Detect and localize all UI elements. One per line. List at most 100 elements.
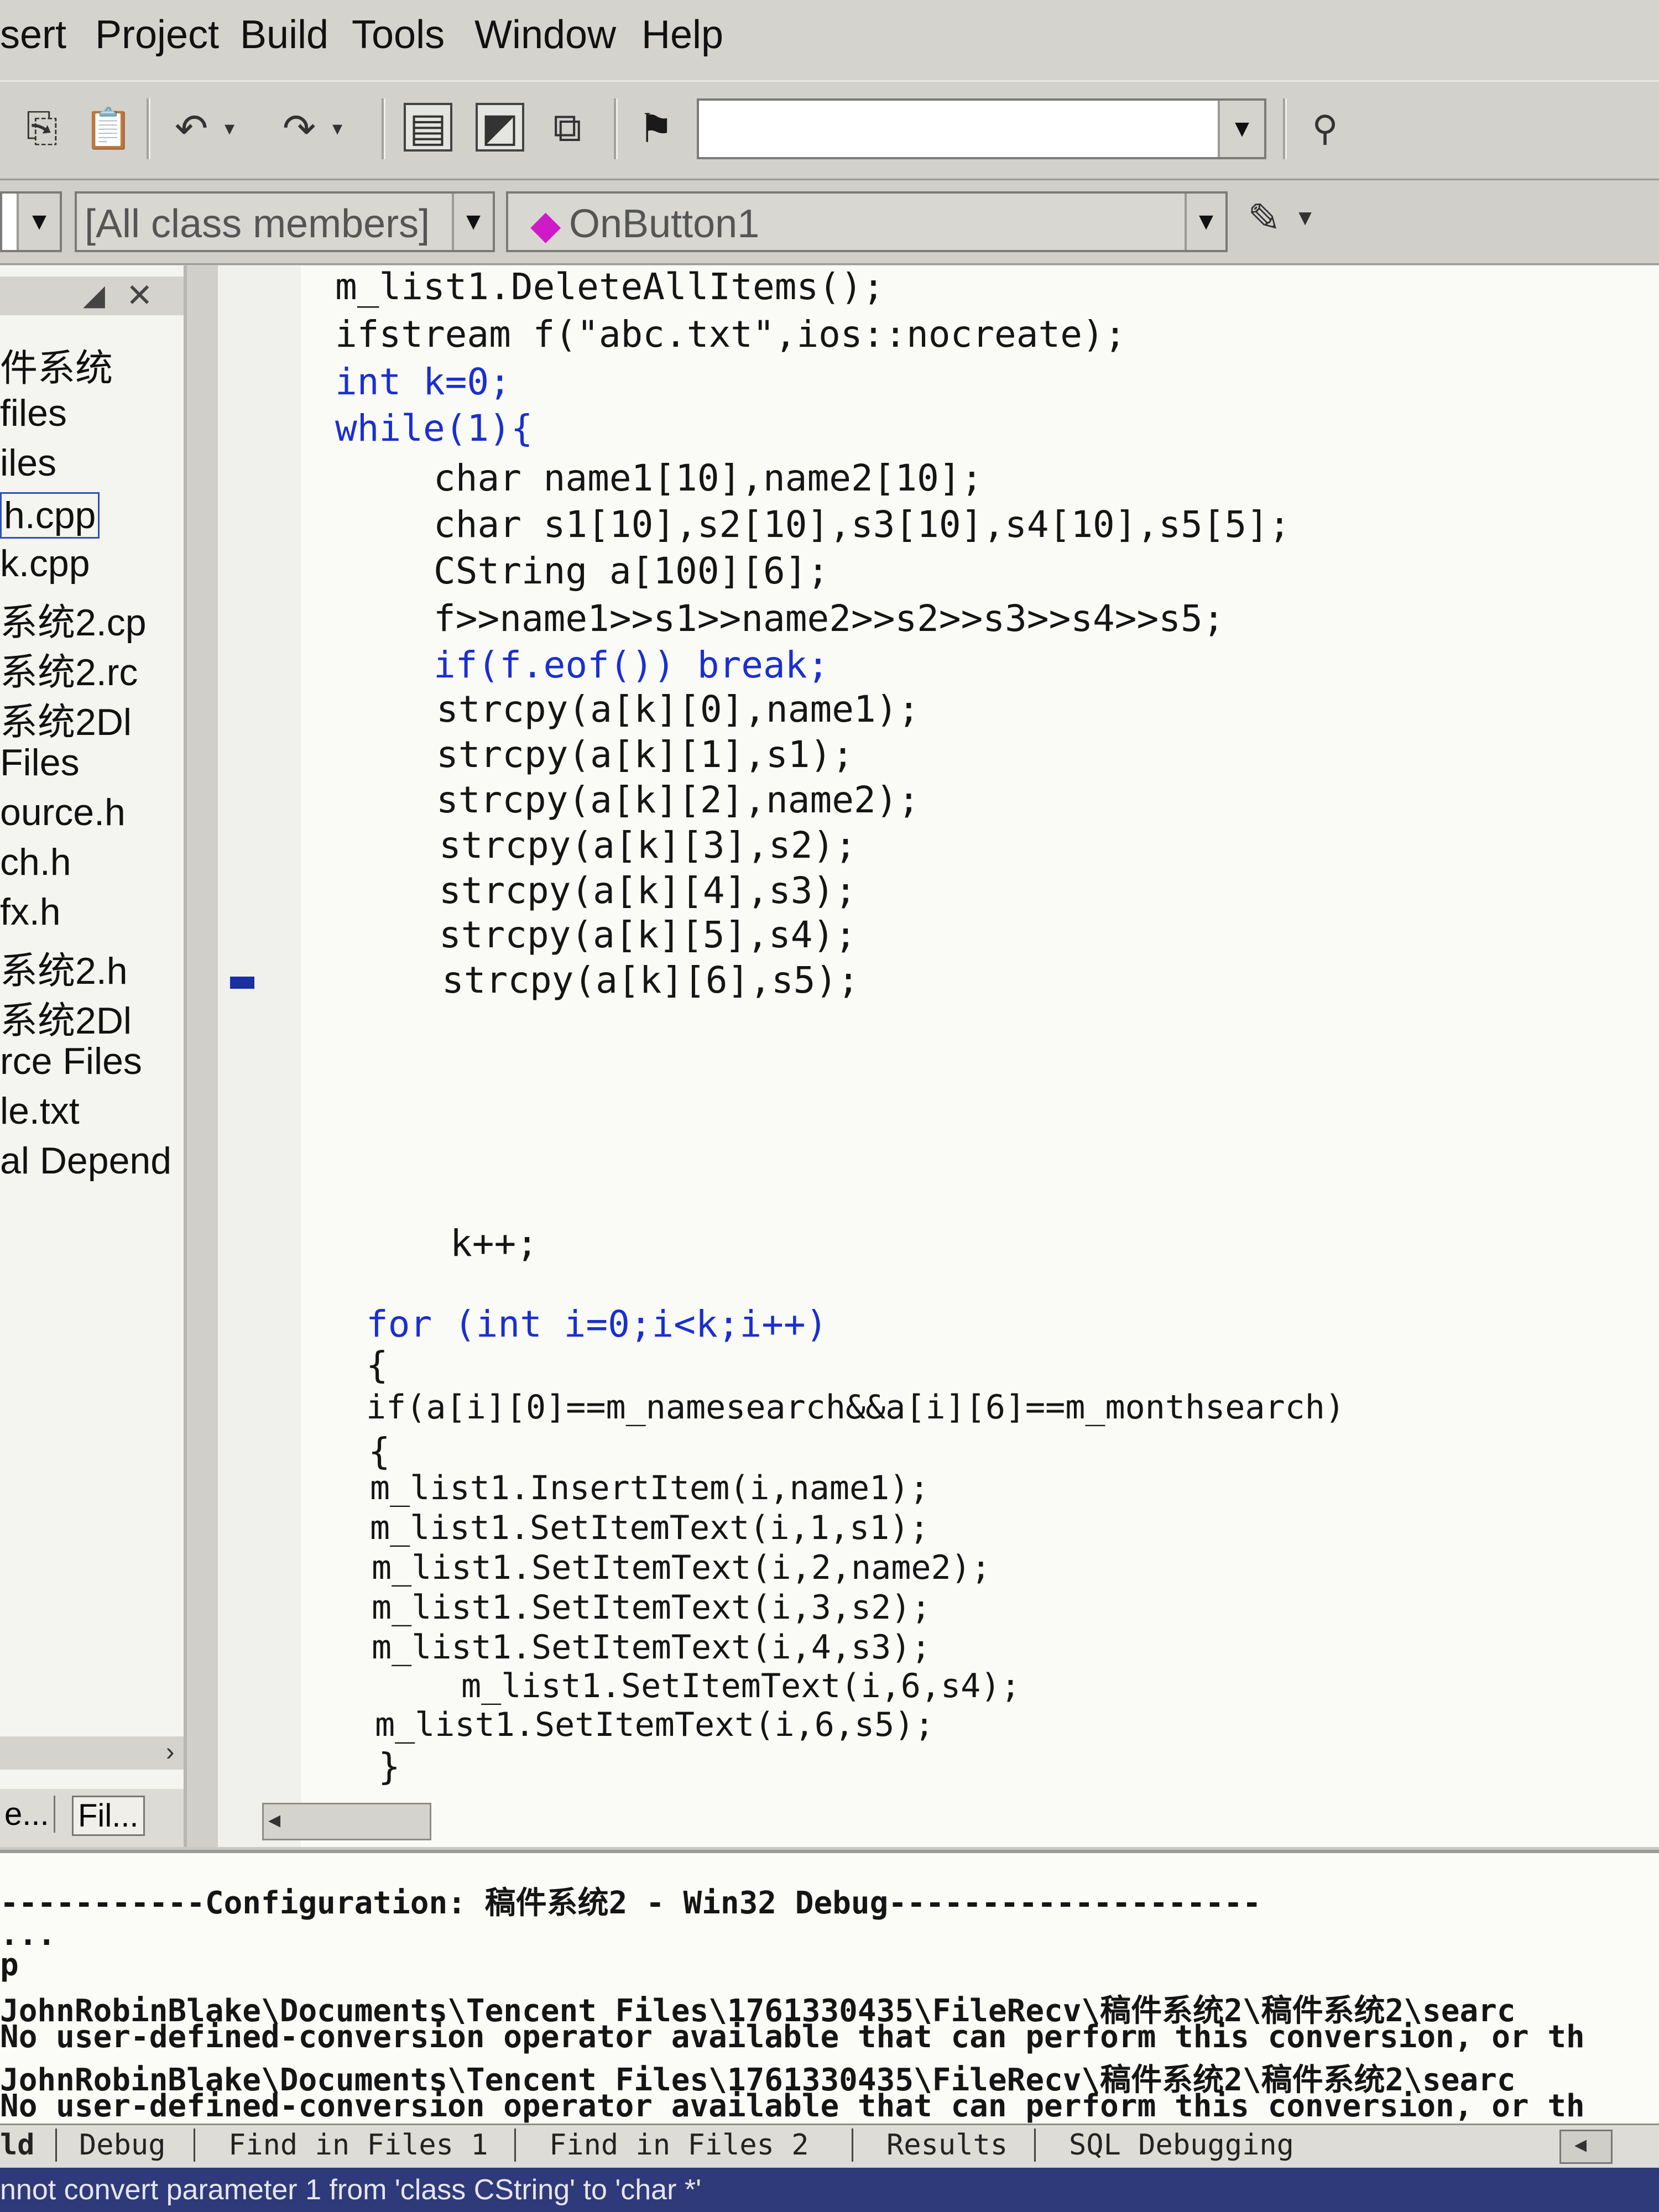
code-line: strcpy(a[k][0],name1); <box>436 688 920 731</box>
output-line: No user-defined-conversion operator avai… <box>0 2019 1585 2055</box>
chevron-right-icon[interactable]: › <box>166 1736 174 1766</box>
workspace-hscrollbar[interactable]: › <box>0 1736 184 1770</box>
tree-item[interactable]: 系统2Dl <box>0 691 132 746</box>
status-bar: nnot convert parameter 1 from 'class CSt… <box>0 2168 1659 2212</box>
tab-class-view[interactable]: e... <box>0 1796 55 1833</box>
workspace-pane: ◢ ✕ 件系统 files iles h.cpp k.cpp 系统2.cp 系统… <box>0 265 187 1847</box>
status-message: nnot convert parameter 1 from 'class CSt… <box>0 2174 702 2206</box>
code-line: m_list1.SetItemText(i,6,s5); <box>375 1705 935 1744</box>
workspace-titlebar: ◢ ✕ <box>0 276 184 315</box>
undo-icon[interactable]: ↶ <box>166 103 217 154</box>
chevron-down-icon[interactable]: ▼ <box>17 194 60 250</box>
code-line: strcpy(a[k][6],s5); <box>442 959 859 1001</box>
tab-file-view[interactable]: Fil... <box>72 1796 145 1836</box>
pane-splitter[interactable] <box>187 265 220 1847</box>
workspace-toggle-icon[interactable]: ▤ <box>404 103 452 152</box>
output-hscrollbar[interactable]: ◂ <box>1559 2130 1613 2164</box>
code-line: m_list1.SetItemText(i,6,s4); <box>461 1667 1021 1705</box>
tree-item[interactable]: 系统2.rc <box>0 641 138 696</box>
tab-results[interactable]: Results <box>852 2128 1008 2162</box>
code-line: if(f.eof()) break; <box>434 644 830 686</box>
code-line: for (int i=0;i<k;i++) <box>366 1303 828 1345</box>
tree-item[interactable]: 系统2.cp <box>0 592 147 646</box>
tree-item[interactable]: fx.h <box>0 890 61 933</box>
menu-bar: sert Project Build Tools Window Help <box>0 0 1659 82</box>
find-binoculars-icon[interactable]: ⚲ <box>1300 103 1350 154</box>
tree-item[interactable]: le.txt <box>0 1089 80 1133</box>
code-line: m_list1.DeleteAllItems(); <box>335 265 885 308</box>
output-line: p <box>0 1947 19 1983</box>
close-icon[interactable]: ✕ <box>126 276 153 314</box>
redo-dropdown-icon[interactable]: ▾ <box>326 103 348 154</box>
tree-item[interactable]: files <box>0 392 67 435</box>
code-line: strcpy(a[k][1],s1); <box>436 733 854 776</box>
output-toggle-icon[interactable]: ◩ <box>476 103 524 152</box>
wizard-action-icon[interactable]: ✎ <box>1239 192 1290 243</box>
toolbar: ⎘ 📋 ↶ ▾ ↷ ▾ ▤ ◩ ⧉ ⚑ ▼ ⚲ <box>0 82 1659 180</box>
menu-help[interactable]: Help <box>641 12 723 58</box>
filter-combobox[interactable]: [All class members] ▼ <box>75 191 495 252</box>
tree-item[interactable]: rce Files <box>0 1040 142 1083</box>
menu-build[interactable]: Build <box>240 12 328 58</box>
code-line: char name1[10],name2[10]; <box>434 457 983 499</box>
member-label: OnButton1 <box>569 202 760 246</box>
output-tabs: ld Debug Find in Files 1 Find in Files 2… <box>0 2124 1659 2167</box>
code-line: m_list1.SetItemText(i,1,s1); <box>370 1509 930 1547</box>
tree-item[interactable]: Files <box>0 741 80 784</box>
copy-icon[interactable]: ⎘ <box>17 103 67 154</box>
output-line: -----------Configuration: 稿件系统2 - Win32 … <box>0 1885 1261 1921</box>
tree-item[interactable]: 系统2Dl <box>0 990 132 1045</box>
wizard-bar: ▼ [All class members] ▼ ◆ OnButton1 ▼ ✎ … <box>0 180 1659 265</box>
chevron-down-icon[interactable]: ▼ <box>1185 194 1225 250</box>
member-combobox[interactable]: ◆ OnButton1 ▼ <box>506 191 1228 252</box>
tab-debug[interactable]: Debug <box>55 2128 166 2162</box>
menu-tools[interactable]: Tools <box>352 12 445 58</box>
menu-project[interactable]: Project <box>95 12 219 58</box>
filter-label: [All class members] <box>85 202 430 246</box>
toolbar-separator <box>1283 98 1287 159</box>
find-in-files-icon[interactable]: ⚑ <box>630 103 681 154</box>
window-list-icon[interactable]: ⧉ <box>542 103 593 154</box>
toolbar-separator <box>382 98 385 159</box>
tab-find-in-files-1[interactable]: Find in Files 1 <box>194 2128 488 2162</box>
paste-icon[interactable]: 📋 <box>83 103 134 154</box>
editor-hscrollbar[interactable]: ◂ <box>262 1803 431 1840</box>
code-line: strcpy(a[k][5],s4); <box>439 914 857 956</box>
chevron-down-icon[interactable]: ▼ <box>1291 192 1319 243</box>
tree-item[interactable]: 件系统 <box>0 337 113 392</box>
menu-insert[interactable]: sert <box>0 12 66 58</box>
output-pane[interactable]: -----------Configuration: 稿件系统2 - Win32 … <box>0 1850 1659 2163</box>
tree-item[interactable]: ource.h <box>0 791 126 834</box>
maximize-icon[interactable]: ◢ <box>83 279 105 312</box>
code-editor[interactable]: m_list1.DeleteAllItems(); ifstream f("ab… <box>218 265 1659 1847</box>
tab-sql-debugging[interactable]: SQL Debugging <box>1034 2128 1294 2162</box>
code-line: { <box>368 1430 390 1473</box>
code-line: k++; <box>450 1222 538 1265</box>
code-line: } <box>378 1745 400 1788</box>
redo-icon[interactable]: ↷ <box>274 103 325 154</box>
code-line: while(1){ <box>335 407 533 450</box>
method-icon: ◆ <box>530 203 561 247</box>
code-line: CString a[100][6]; <box>434 550 830 592</box>
tree-item[interactable]: iles <box>0 441 56 484</box>
tree-item[interactable]: 系统2.h <box>0 940 128 995</box>
scroll-left-icon[interactable]: ◂ <box>1574 2130 1587 2158</box>
tree-item[interactable]: k.cpp <box>0 542 90 585</box>
code-line: m_list1.InsertItem(i,name1); <box>370 1469 930 1507</box>
scroll-left-icon[interactable]: ◂ <box>268 1806 280 1834</box>
code-line: m_list1.SetItemText(i,3,s2); <box>372 1588 931 1627</box>
chevron-down-icon[interactable]: ▼ <box>1218 101 1264 157</box>
class-combobox[interactable]: ▼ <box>0 191 62 252</box>
workspace-tabs: e... Fil... <box>0 1789 184 1847</box>
tab-find-in-files-2[interactable]: Find in Files 2 <box>514 2128 809 2162</box>
tab-build[interactable]: ld <box>0 2128 35 2162</box>
tree-item-selected[interactable]: h.cpp <box>0 492 100 539</box>
code-line: char s1[10],s2[10],s3[10],s4[10],s5[5]; <box>434 503 1291 546</box>
chevron-down-icon[interactable]: ▼ <box>452 194 493 250</box>
tree-item[interactable]: ch.h <box>0 841 71 884</box>
find-combobox[interactable]: ▼ <box>697 98 1266 159</box>
undo-dropdown-icon[interactable]: ▾ <box>218 103 241 154</box>
menu-window[interactable]: Window <box>474 12 616 58</box>
tree-item[interactable]: al Depend <box>0 1139 171 1182</box>
code-line: int k=0; <box>335 361 511 403</box>
